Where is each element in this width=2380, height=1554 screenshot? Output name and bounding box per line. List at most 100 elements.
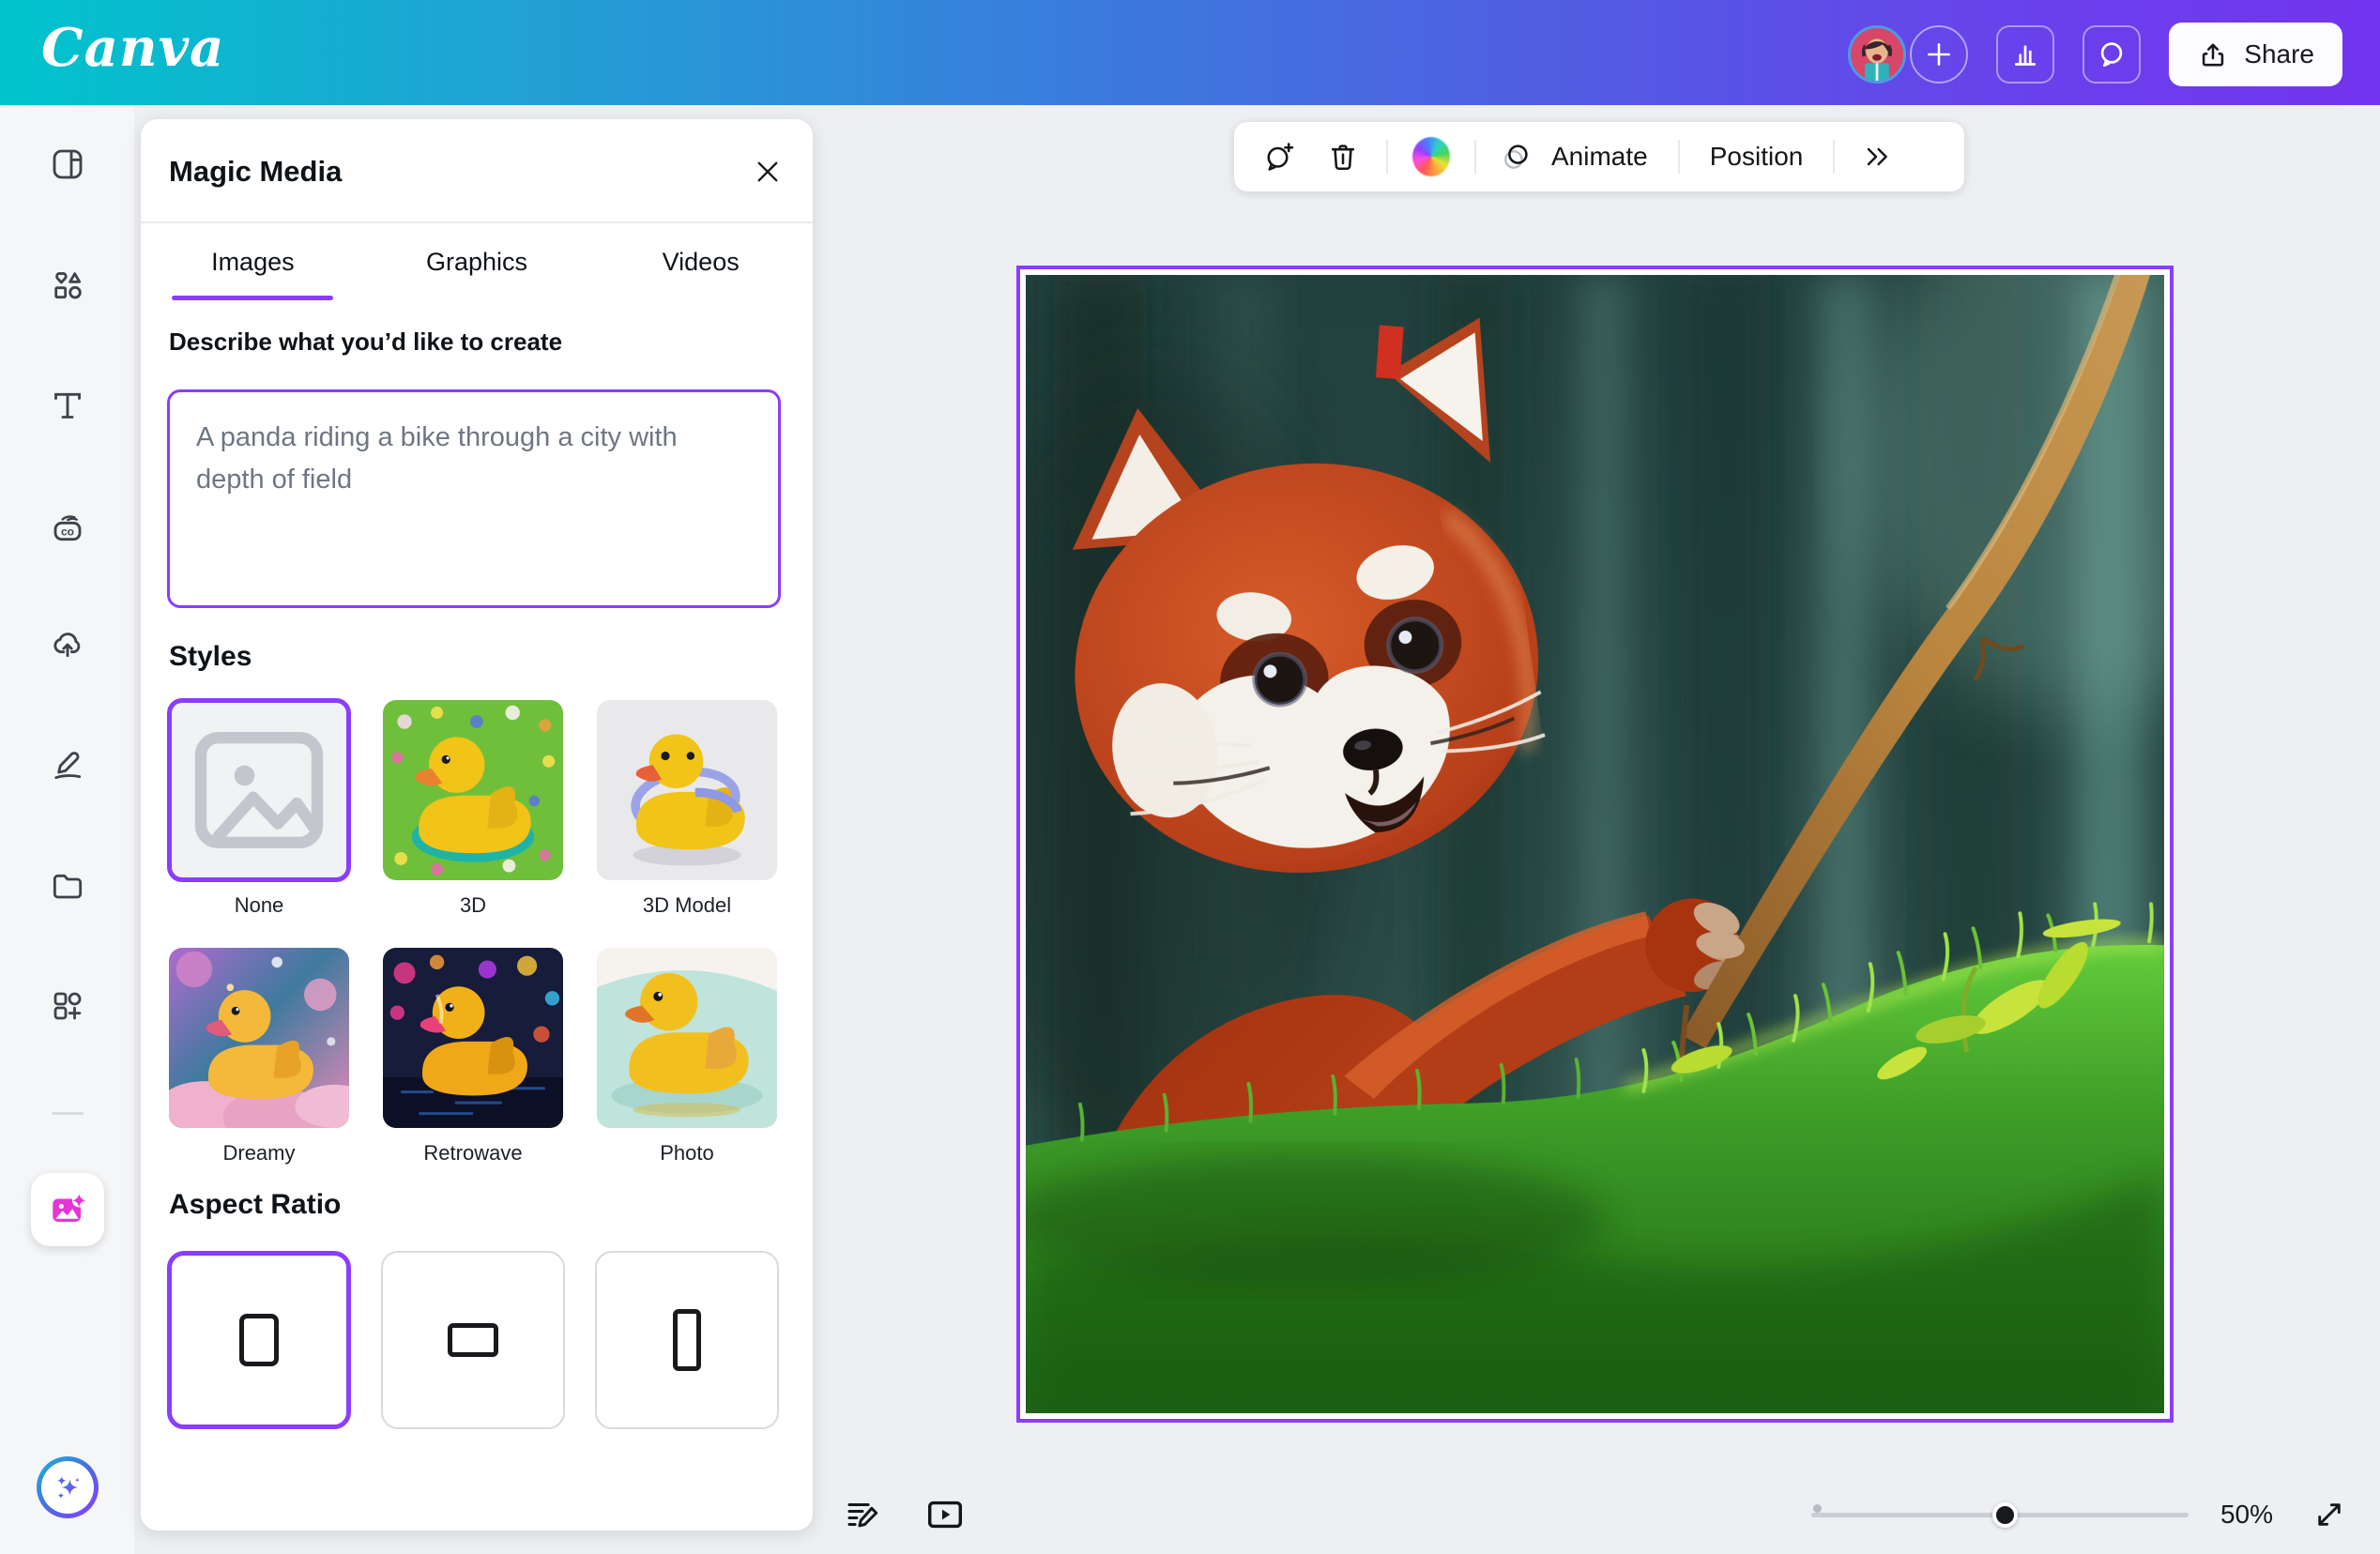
zoom-level[interactable]: 50% bbox=[2220, 1500, 2273, 1530]
square-ratio-icon bbox=[239, 1314, 279, 1366]
svg-text:co: co bbox=[61, 525, 74, 538]
zoom-fit-marker bbox=[1813, 1504, 1822, 1513]
tab-videos[interactable]: Videos bbox=[588, 223, 813, 300]
style-option-dreamy[interactable]: Dreamy bbox=[167, 946, 351, 1166]
sparkles-icon bbox=[50, 1470, 85, 1505]
sidebar-item-projects[interactable] bbox=[30, 847, 105, 922]
magic-media-panel: Magic Media Images Graphics Videos Descr… bbox=[141, 119, 813, 1531]
style-thumb-none bbox=[167, 698, 351, 882]
style-label: None bbox=[235, 893, 284, 918]
plus-icon bbox=[1923, 38, 1955, 70]
sidebar-item-draw[interactable] bbox=[30, 727, 105, 802]
add-member-button[interactable] bbox=[1910, 25, 1968, 84]
design-icon bbox=[49, 145, 86, 183]
magic-media-active-card bbox=[31, 1173, 104, 1246]
animate-button[interactable]: Animate bbox=[1499, 140, 1655, 174]
panel-title: Magic Media bbox=[169, 155, 342, 189]
zoom-slider[interactable] bbox=[1811, 1491, 2189, 1538]
style-thumb-3d-model bbox=[595, 698, 779, 882]
style-option-photo[interactable]: Photo bbox=[595, 946, 779, 1166]
style-label: 3D Model bbox=[643, 893, 731, 918]
image-placeholder-icon bbox=[172, 703, 346, 877]
canva-logo[interactable]: Canva bbox=[41, 17, 224, 79]
aspect-option-square[interactable] bbox=[167, 1251, 351, 1429]
canvas-image-red-panda[interactable] bbox=[1026, 275, 2164, 1413]
prompt-input[interactable] bbox=[167, 389, 781, 608]
canva-editor: { "app": { "logo_text": "Canva" }, "head… bbox=[0, 0, 2380, 1554]
style-label: Photo bbox=[660, 1141, 714, 1166]
sidebar-item-text[interactable] bbox=[30, 368, 105, 443]
user-avatar[interactable] bbox=[1848, 25, 1906, 84]
animate-label: Animate bbox=[1544, 142, 1655, 172]
sidebar-item-elements[interactable] bbox=[30, 248, 105, 323]
top-header: Canva bbox=[0, 0, 2380, 105]
panel-close-button[interactable] bbox=[747, 151, 788, 192]
comment-add-button[interactable] bbox=[1259, 136, 1300, 177]
more-options-button[interactable] bbox=[1857, 136, 1899, 177]
toolbar-divider bbox=[1386, 140, 1388, 174]
styles-grid: None 3D bbox=[167, 698, 786, 1166]
animate-icon bbox=[1499, 140, 1533, 174]
tab-graphics[interactable]: Graphics bbox=[365, 223, 589, 300]
toolbar-divider bbox=[1474, 140, 1476, 174]
panel-tabs: Images Graphics Videos bbox=[141, 223, 813, 300]
aspect-option-portrait[interactable] bbox=[595, 1251, 779, 1429]
present-button[interactable] bbox=[921, 1490, 969, 1539]
text-icon bbox=[49, 387, 86, 424]
bar-chart-icon bbox=[2008, 38, 2042, 71]
share-button[interactable]: Share bbox=[2169, 23, 2342, 86]
style-thumb-3d bbox=[381, 698, 565, 882]
color-picker-button[interactable] bbox=[1411, 136, 1452, 177]
magic-media-icon bbox=[48, 1190, 87, 1229]
delete-button[interactable] bbox=[1322, 136, 1364, 177]
style-option-3d[interactable]: 3D bbox=[381, 698, 565, 918]
left-sidebar: co bbox=[0, 105, 134, 1554]
style-label: 3D bbox=[460, 893, 486, 918]
panel-header: Magic Media bbox=[141, 119, 813, 223]
avatar-photo bbox=[1851, 28, 1903, 81]
sidebar-item-brand[interactable]: co bbox=[30, 489, 105, 564]
sidebar-item-magic-media[interactable] bbox=[30, 1172, 105, 1247]
notes-pencil-icon bbox=[843, 1495, 882, 1534]
share-label: Share bbox=[2244, 39, 2314, 69]
color-wheel-icon bbox=[1412, 137, 1450, 176]
landscape-ratio-icon bbox=[448, 1323, 498, 1357]
folder-icon bbox=[49, 866, 86, 904]
bottom-bar: 50% bbox=[134, 1473, 2380, 1554]
style-thumb-photo bbox=[595, 946, 779, 1130]
aspect-ratio-grid bbox=[167, 1251, 786, 1429]
fullscreen-button[interactable] bbox=[2305, 1490, 2354, 1539]
selection-frame[interactable] bbox=[1016, 266, 2174, 1423]
toolbar-divider bbox=[1833, 140, 1835, 174]
brand-co-icon: co bbox=[49, 508, 86, 545]
play-video-icon bbox=[923, 1493, 967, 1536]
zoom-slider-knob[interactable] bbox=[1992, 1502, 2018, 1528]
style-thumb-retrowave bbox=[381, 946, 565, 1130]
style-option-none[interactable]: None bbox=[167, 698, 351, 918]
tab-images[interactable]: Images bbox=[141, 223, 365, 300]
style-option-3d-model[interactable]: 3D Model bbox=[595, 698, 779, 918]
describe-heading: Describe what you’d like to create bbox=[169, 328, 562, 357]
sidebar-item-uploads[interactable] bbox=[30, 606, 105, 681]
notes-button[interactable] bbox=[838, 1490, 887, 1539]
double-chevron-right-icon bbox=[1863, 142, 1893, 172]
expand-icon bbox=[2311, 1497, 2347, 1532]
ai-assistant-button[interactable] bbox=[30, 1450, 105, 1525]
share-upload-icon bbox=[2197, 38, 2229, 70]
sidebar-divider bbox=[52, 1112, 84, 1115]
trash-icon bbox=[1326, 140, 1360, 174]
style-label: Retrowave bbox=[423, 1141, 522, 1166]
sidebar-item-design[interactable] bbox=[30, 127, 105, 202]
position-button[interactable]: Position bbox=[1702, 142, 1811, 172]
comments-button[interactable] bbox=[2082, 25, 2141, 84]
style-option-retrowave[interactable]: Retrowave bbox=[381, 946, 565, 1166]
aspect-option-landscape[interactable] bbox=[381, 1251, 565, 1429]
comment-plus-icon bbox=[1262, 140, 1296, 174]
portrait-ratio-icon bbox=[673, 1309, 701, 1371]
close-icon bbox=[752, 156, 784, 188]
speech-bubble-icon bbox=[2095, 38, 2128, 71]
elements-icon bbox=[49, 267, 86, 304]
element-toolbar: Animate Position bbox=[1234, 122, 1964, 191]
insights-button[interactable] bbox=[1996, 25, 2054, 84]
sidebar-item-apps[interactable] bbox=[30, 968, 105, 1044]
